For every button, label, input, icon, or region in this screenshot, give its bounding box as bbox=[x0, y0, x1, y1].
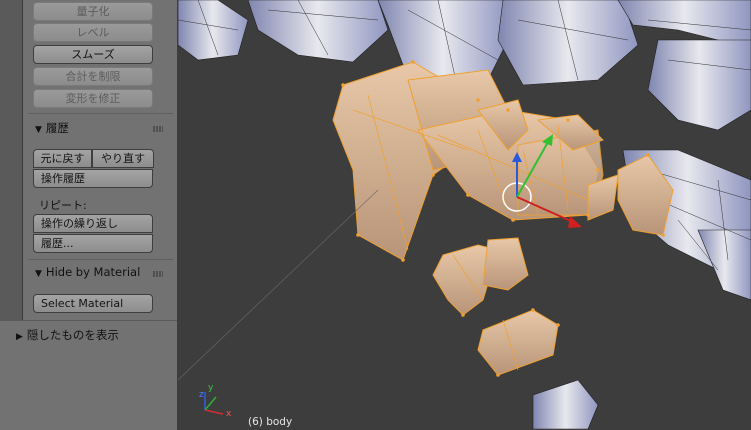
object-info: (6) body bbox=[248, 416, 293, 428]
drag-grip-icon[interactable] bbox=[153, 271, 163, 277]
hide-by-material-header[interactable]: ▼ Hide by Material bbox=[35, 265, 140, 279]
repeat-label: リピート: bbox=[39, 199, 87, 212]
guide-line bbox=[178, 189, 379, 381]
operator-panel: ▶ 隠したものを表示 bbox=[0, 320, 177, 430]
collapse-triangle-icon: ▼ bbox=[35, 269, 42, 279]
show-hidden-title: 隠したものを表示 bbox=[26, 328, 119, 342]
history-section-header[interactable]: ▼ 履歴 bbox=[35, 120, 69, 136]
3d-viewport[interactable]: y z x (6) body bbox=[178, 0, 751, 429]
axis-label-z: z bbox=[199, 390, 204, 400]
lower-edge-strip bbox=[0, 321, 8, 430]
tool-shelf: 量子化 レベル スムーズ 合計を制限 変形を修正 ▼ 履歴 元に戻す やり直す 操… bbox=[23, 0, 196, 320]
drag-grip-icon[interactable] bbox=[153, 126, 163, 132]
separator bbox=[28, 113, 173, 114]
level-button[interactable]: レベル bbox=[33, 23, 153, 42]
axis-label-x: x bbox=[226, 409, 232, 419]
undo-button[interactable]: 元に戻す bbox=[33, 149, 92, 168]
smooth-button[interactable]: スムーズ bbox=[33, 45, 153, 64]
collapse-triangle-icon: ▼ bbox=[35, 125, 42, 135]
quantize-button[interactable]: 量子化 bbox=[33, 2, 153, 21]
show-hidden-header[interactable]: ▶ 隠したものを表示 bbox=[16, 327, 119, 343]
hide-by-material-title: Hide by Material bbox=[45, 265, 141, 279]
repeat-last-button[interactable]: 操作の繰り返し bbox=[33, 214, 153, 233]
x-arrow-icon[interactable] bbox=[568, 216, 582, 228]
selected-mesh bbox=[332, 61, 674, 376]
expand-triangle-icon: ▶ bbox=[16, 332, 23, 342]
mesh-canvas[interactable] bbox=[178, 0, 751, 429]
operation-history-button[interactable]: 操作履歴 bbox=[33, 169, 153, 188]
history-title: 履歴 bbox=[45, 121, 69, 135]
fix-deform-button[interactable]: 変形を修正 bbox=[33, 89, 153, 108]
select-material-button[interactable]: Select Material bbox=[33, 294, 153, 313]
redo-button[interactable]: やり直す bbox=[92, 149, 154, 168]
axis-label-y: y bbox=[208, 383, 214, 393]
view-axis-indicator bbox=[204, 392, 224, 415]
repeat-history-button[interactable]: 履歴... bbox=[33, 234, 153, 253]
separator bbox=[28, 259, 173, 260]
limit-total-button[interactable]: 合計を制限 bbox=[33, 67, 153, 86]
